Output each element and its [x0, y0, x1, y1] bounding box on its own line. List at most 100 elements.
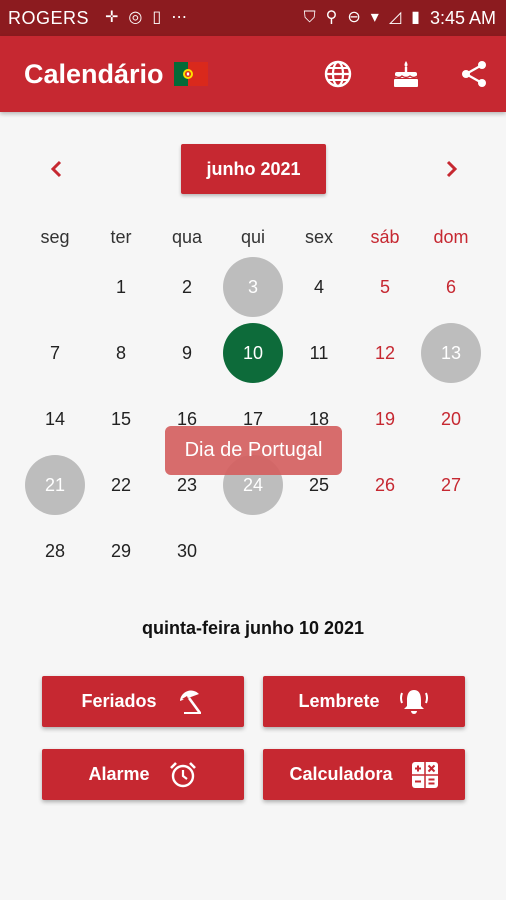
weekday-header: seg ter qua qui sex sáb dom — [22, 222, 484, 252]
calendar-day[interactable]: 22 — [88, 452, 154, 518]
day-number: 7 — [49, 342, 60, 363]
status-time: 3:45 AM — [429, 7, 496, 28]
calendar-day[interactable]: 1 — [88, 254, 154, 320]
sync-icon: ◎ — [128, 9, 143, 26]
next-month-button[interactable] — [436, 154, 466, 184]
day-number: 24 — [242, 474, 264, 495]
portugal-flag-icon — [173, 62, 208, 86]
calendar-day[interactable]: 10 — [220, 320, 286, 386]
calculator-button-label: Calculadora — [289, 764, 393, 784]
calendar-day[interactable]: 20 — [418, 386, 484, 452]
app-title-container: Calendário — [24, 59, 208, 90]
calendar-day[interactable]: 12 — [352, 320, 418, 386]
weekday-label: sex — [304, 227, 333, 247]
no-signal-icon: ◿ — [388, 9, 402, 26]
status-bar: ROGERS ✛ ◎ ▯ ⋯ ⛉ ⚲ ⊖ ▾ ◿ ▮ 3:45 AM — [0, 0, 506, 36]
day-number: 30 — [176, 540, 198, 561]
calendar-day[interactable]: 28 — [22, 518, 88, 584]
alarm-button[interactable]: Alarme — [42, 749, 244, 800]
day-number: 29 — [110, 540, 132, 561]
day-number: 28 — [44, 540, 66, 561]
day-number: 5 — [379, 276, 390, 297]
calendar-day[interactable]: 14 — [22, 386, 88, 452]
day-number: 4 — [313, 276, 324, 297]
calendar-day[interactable]: 4 — [286, 254, 352, 320]
beach-umbrella-icon — [179, 690, 201, 714]
day-number: 26 — [374, 474, 396, 495]
globe-button[interactable] — [322, 58, 354, 90]
day-number: 15 — [110, 408, 132, 429]
holiday-tooltip: Dia de Portugal — [165, 426, 342, 475]
calendar-blank-cell — [22, 254, 88, 320]
calendar-day[interactable]: 8 — [88, 320, 154, 386]
month-navigation: junho 2021 — [0, 144, 506, 194]
calendar-day[interactable]: 27 — [418, 452, 484, 518]
day-number: 1 — [115, 276, 126, 297]
battery-icon: ▮ — [411, 9, 420, 26]
weekday-label: sáb — [370, 227, 400, 247]
calendar-day[interactable]: 5 — [352, 254, 418, 320]
calendar-day[interactable]: 11 — [286, 320, 352, 386]
calendar-day[interactable]: 2 — [154, 254, 220, 320]
birthday-button[interactable] — [390, 58, 422, 90]
phone-icon: ▯ — [152, 9, 162, 26]
day-number: 21 — [44, 474, 66, 495]
calendar-day[interactable]: 9 — [154, 320, 220, 386]
day-number: 12 — [374, 342, 396, 363]
calculator-button[interactable]: Calculadora — [263, 749, 465, 800]
signal-extra-icon: ✛ — [105, 9, 119, 26]
dnd-icon: ⊖ — [347, 9, 361, 26]
previous-month-button[interactable] — [42, 154, 72, 184]
calendar-day[interactable]: 3 — [220, 254, 286, 320]
calendar-day[interactable]: 26 — [352, 452, 418, 518]
weekday-label: dom — [433, 227, 469, 247]
calendar-day[interactable]: 15 — [88, 386, 154, 452]
day-number: 20 — [440, 408, 462, 429]
day-number: 23 — [176, 474, 198, 495]
more-icon: ⋯ — [171, 9, 188, 26]
wifi-icon: ▾ — [370, 9, 379, 26]
day-number: 13 — [440, 342, 462, 363]
location-icon: ⚲ — [325, 9, 338, 26]
calendar-day[interactable]: 30 — [154, 518, 220, 584]
calendar-day[interactable]: 13 — [418, 320, 484, 386]
chevron-left-icon — [50, 160, 62, 178]
globe-icon — [324, 60, 352, 88]
share-icon — [462, 61, 486, 87]
calendar-grid: 1 2 3 4 5 6 7 8 9 10 11 12 13 14 15 16 17 18 19 20 21 22 23 24 2… — [22, 254, 484, 584]
chevron-right-icon — [446, 160, 458, 178]
carrier-name: ROGERS — [8, 7, 90, 28]
weekday-label: qua — [171, 227, 203, 247]
alarm-button-label: Alarme — [88, 764, 150, 784]
day-number: 3 — [247, 276, 258, 297]
app-bar: Calendário — [0, 36, 506, 112]
cake-icon — [394, 61, 418, 87]
day-number: 6 — [445, 276, 456, 297]
calculator-icon — [411, 761, 438, 788]
holidays-button[interactable]: Feriados — [42, 676, 244, 727]
day-number: 22 — [110, 474, 132, 495]
alarm-clock-icon — [169, 761, 196, 787]
day-number: 9 — [181, 342, 192, 363]
calendar-day[interactable]: 19 — [352, 386, 418, 452]
month-picker-button[interactable]: junho 2021 — [181, 144, 326, 194]
day-number: 11 — [309, 342, 329, 363]
day-number: 8 — [115, 342, 126, 363]
bell-icon — [399, 689, 428, 714]
selected-date-label: quinta-feira junho 10 2021 — [141, 618, 365, 638]
day-number: 25 — [308, 474, 330, 495]
reminder-button[interactable]: Lembrete — [263, 676, 465, 727]
holidays-button-label: Feriados — [81, 691, 157, 711]
reminder-button-label: Lembrete — [298, 691, 380, 711]
calendar-day[interactable]: 21 — [22, 452, 88, 518]
calendar-day[interactable]: 7 — [22, 320, 88, 386]
day-number: 27 — [440, 474, 462, 495]
share-button[interactable] — [458, 58, 490, 90]
day-number: 2 — [181, 276, 192, 297]
day-number: 10 — [242, 342, 264, 363]
calendar-day[interactable]: 29 — [88, 518, 154, 584]
calendar-day[interactable]: 6 — [418, 254, 484, 320]
day-number: 14 — [44, 408, 66, 429]
app-title: Calendário — [24, 58, 164, 89]
weekday-label: seg — [40, 227, 70, 247]
